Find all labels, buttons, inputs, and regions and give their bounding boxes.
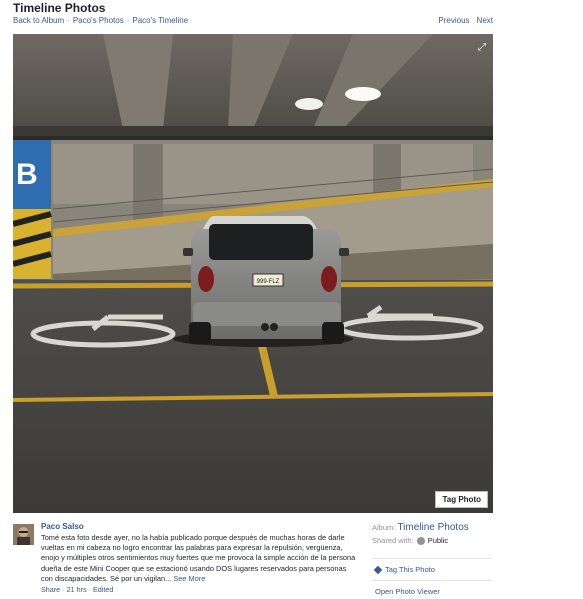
shared-label: Shared with: <box>372 536 414 545</box>
previous-link[interactable]: Previous <box>438 16 469 25</box>
pacos-photos-link[interactable]: Paco's Photos <box>73 16 124 25</box>
next-link[interactable]: Next <box>477 16 493 25</box>
post-meta: Share · 21 hrs · Edited <box>41 585 114 594</box>
edited-link[interactable]: Edited <box>93 585 113 594</box>
share-link[interactable]: Share <box>41 585 60 594</box>
photo-pager: Previous Next <box>431 16 493 25</box>
license-plate: 999-FLZ <box>257 279 280 285</box>
sidebar-divider <box>372 558 492 559</box>
main-photo[interactable]: B 999-FLZ ⤢ Tag Photo <box>13 34 493 513</box>
album-link[interactable]: Timeline Photos <box>397 522 468 533</box>
avatar-icon <box>13 524 34 545</box>
expand-icon[interactable]: ⤢ <box>478 42 486 53</box>
tag-icon <box>373 565 383 574</box>
album-info: Album: Timeline Photos <box>372 522 492 533</box>
privacy-value[interactable]: Public <box>428 536 448 545</box>
avatar[interactable] <box>13 524 34 545</box>
page-title: Timeline Photos <box>13 1 106 15</box>
tag-this-photo-link[interactable]: Tag This Photo <box>373 565 435 574</box>
privacy-info: Shared with: Public <box>372 536 492 545</box>
sidebar-divider <box>372 580 492 581</box>
pacos-timeline-link[interactable]: Paco's Timeline <box>132 16 188 25</box>
see-more-link[interactable]: See More <box>173 574 205 583</box>
open-photo-viewer-link[interactable]: Open Photo Viewer <box>375 587 440 596</box>
author-name[interactable]: Paco Salso <box>41 522 84 531</box>
breadcrumb: Back to Album · Paco's Photos · Paco's Timel… <box>13 16 188 25</box>
photo-caption: Tomé esta foto desde ayer, no la había p… <box>41 533 359 584</box>
globe-icon <box>416 536 425 545</box>
breadcrumb-separator: · <box>67 16 70 25</box>
svg-text:B: B <box>16 158 38 191</box>
photo-sidebar: Album: Timeline Photos Shared with: Publ… <box>372 522 492 545</box>
car-graphic: 999-FLZ <box>183 216 349 344</box>
parking-garage-image: B 999-FLZ <box>13 34 493 513</box>
timestamp-link[interactable]: 21 hrs <box>67 585 87 594</box>
tag-photo-button[interactable]: Tag Photo <box>435 491 488 508</box>
breadcrumb-separator: · <box>126 16 130 25</box>
tag-this-photo-label: Tag This Photo <box>385 565 435 574</box>
album-label: Album: <box>372 523 396 532</box>
back-to-album-link[interactable]: Back to Album <box>13 16 64 25</box>
